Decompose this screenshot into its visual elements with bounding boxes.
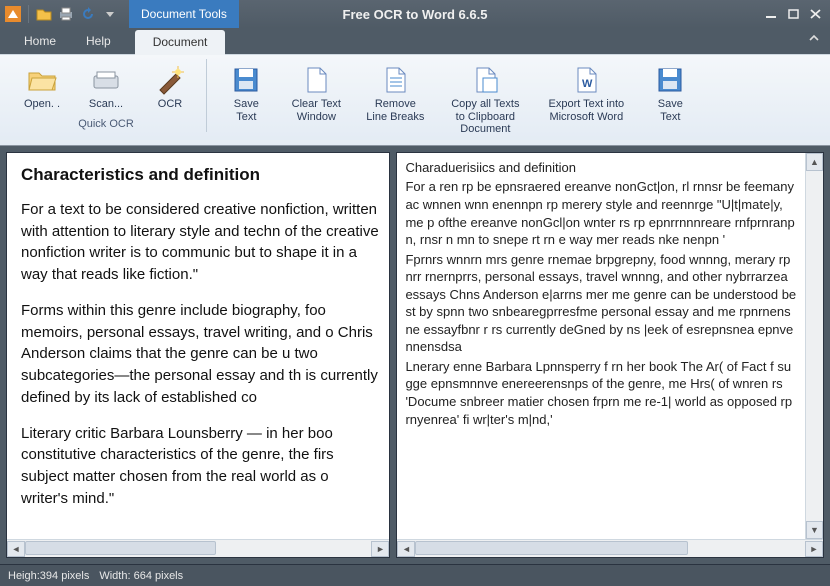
copy-clipboard-button[interactable]: Copy all Texts to Clipboard Document bbox=[438, 59, 532, 141]
title-bar: Document Tools Free OCR to Word 6.6.5 bbox=[0, 0, 830, 28]
contextual-tab-label: Document Tools bbox=[141, 7, 227, 21]
doc-heading: Characteristics and definition bbox=[21, 165, 379, 185]
source-image-pane: Characteristics and definition For a tex… bbox=[6, 152, 390, 558]
scroll-thumb[interactable] bbox=[25, 541, 216, 555]
contextual-tab-group: Document Tools bbox=[129, 0, 239, 28]
ocr-text-view[interactable]: Charaduerisiics and definition For a ren… bbox=[397, 153, 805, 539]
group-title-quick-ocr: Quick OCR bbox=[12, 118, 200, 130]
save-text-label: Save Text bbox=[234, 98, 259, 123]
qat-print-icon[interactable] bbox=[57, 5, 75, 23]
ribbon-group-quick-ocr: Open. . Scan... OCR Quick OCR bbox=[6, 59, 207, 132]
scroll-left-icon[interactable]: ◄ bbox=[7, 541, 25, 557]
svg-text:W: W bbox=[582, 78, 593, 90]
tab-help[interactable]: Help bbox=[80, 30, 117, 54]
folder-open-icon bbox=[26, 64, 58, 96]
ocr-paragraph: For a ren rp be epnsraered ereanve nonGc… bbox=[405, 178, 797, 248]
app-title: Free OCR to Word 6.6.5 bbox=[343, 7, 488, 22]
scan-label: Scan... bbox=[89, 98, 123, 111]
content-area: Characteristics and definition For a tex… bbox=[0, 146, 830, 564]
horizontal-scrollbar[interactable]: ◄ ► bbox=[397, 539, 823, 557]
copy-clipboard-label: Copy all Texts to Clipboard Document bbox=[451, 98, 519, 136]
ocr-label: OCR bbox=[158, 98, 182, 111]
clear-text-label: Clear Text Window bbox=[292, 98, 341, 123]
doc-paragraph: For a text to be considered creative non… bbox=[21, 199, 379, 286]
save-text-label-2: Save Text bbox=[658, 98, 683, 123]
save-icon bbox=[654, 64, 686, 96]
clear-text-button[interactable]: Clear Text Window bbox=[280, 59, 352, 141]
scroll-thumb[interactable] bbox=[415, 541, 688, 555]
scroll-down-icon[interactable]: ▼ bbox=[806, 521, 823, 539]
page-blank-icon bbox=[300, 64, 332, 96]
minimize-button[interactable] bbox=[764, 7, 780, 21]
scroll-up-icon[interactable]: ▲ bbox=[806, 153, 823, 171]
page-lines-icon bbox=[379, 64, 411, 96]
scan-button[interactable]: Scan... bbox=[76, 59, 136, 116]
ocr-button[interactable]: OCR bbox=[140, 59, 200, 116]
ribbon-group-text: Save Text Clear Text Window Remove Line … bbox=[210, 59, 706, 143]
ribbon: Open. . Scan... OCR Quick OCR bbox=[0, 54, 830, 146]
ocr-paragraph: Lnerary enne Barbara Lpnnsperry f rn her… bbox=[405, 358, 797, 428]
save-icon bbox=[230, 64, 262, 96]
source-document-view[interactable]: Characteristics and definition For a tex… bbox=[7, 153, 389, 539]
horizontal-scrollbar[interactable]: ◄ ► bbox=[7, 539, 389, 557]
remove-breaks-label: Remove Line Breaks bbox=[366, 98, 424, 123]
save-text-button-2[interactable]: Save Text bbox=[640, 59, 700, 141]
ribbon-collapse-icon[interactable] bbox=[808, 32, 820, 44]
remove-line-breaks-button[interactable]: Remove Line Breaks bbox=[356, 59, 434, 141]
ocr-text-pane: Charaduerisiics and definition For a ren… bbox=[396, 152, 824, 558]
export-word-button[interactable]: W Export Text into Microsoft Word bbox=[536, 59, 636, 141]
ocr-paragraph: Fprnrs wnnrn mrs genre rnemae brpgrepny,… bbox=[405, 251, 797, 356]
wand-icon bbox=[154, 64, 186, 96]
maximize-button[interactable] bbox=[786, 7, 802, 21]
ocr-heading: Charaduerisiics and definition bbox=[405, 159, 797, 177]
status-height: Heigh:394 pixels bbox=[8, 570, 89, 582]
qat-refresh-icon[interactable] bbox=[79, 5, 97, 23]
separator bbox=[28, 5, 29, 23]
open-button[interactable]: Open. . bbox=[12, 59, 72, 116]
qat-dropdown-icon[interactable] bbox=[101, 5, 119, 23]
vertical-scrollbar[interactable]: ▲ ▼ bbox=[805, 153, 823, 539]
scroll-left-icon[interactable]: ◄ bbox=[397, 541, 415, 557]
qat-open-icon[interactable] bbox=[35, 5, 53, 23]
tab-row: Home Help Document bbox=[0, 28, 830, 54]
scanner-icon bbox=[90, 64, 122, 96]
open-label: Open. . bbox=[24, 98, 60, 111]
word-doc-icon: W bbox=[570, 64, 602, 96]
tab-home[interactable]: Home bbox=[18, 30, 62, 54]
scroll-right-icon[interactable]: ► bbox=[805, 541, 823, 557]
app-icon bbox=[4, 5, 22, 23]
tab-document[interactable]: Document bbox=[135, 30, 226, 55]
save-text-button[interactable]: Save Text bbox=[216, 59, 276, 141]
doc-paragraph: Literary critic Barbara Lounsberry — in … bbox=[21, 423, 379, 510]
status-width: Width: 664 pixels bbox=[99, 570, 183, 582]
export-word-label: Export Text into Microsoft Word bbox=[549, 98, 625, 123]
clipboard-icon bbox=[469, 64, 501, 96]
status-bar: Heigh:394 pixels Width: 664 pixels bbox=[0, 564, 830, 586]
close-button[interactable] bbox=[808, 7, 824, 21]
scroll-right-icon[interactable]: ► bbox=[371, 541, 389, 557]
doc-paragraph: Forms within this genre include biograph… bbox=[21, 300, 379, 409]
